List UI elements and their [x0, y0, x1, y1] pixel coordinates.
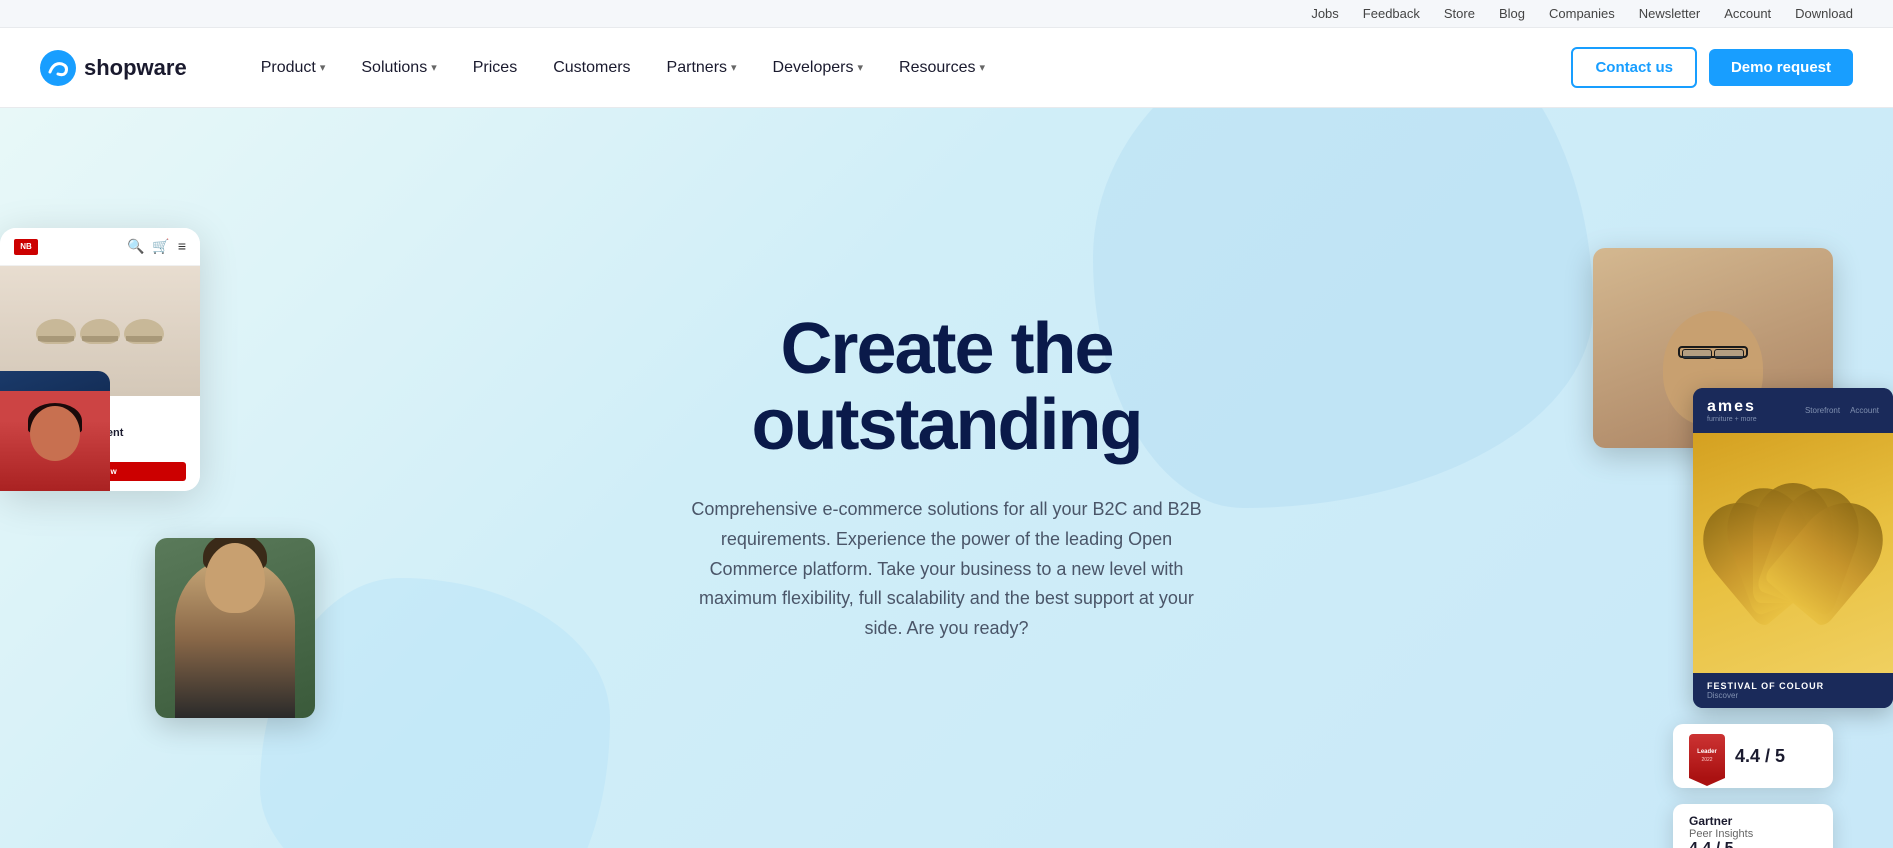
festival-info: FESTIVAL OF COLOUR Discover	[1707, 681, 1824, 700]
hero-headline: Create the outstanding	[687, 312, 1207, 463]
main-nav: shopware Product ▾ Solutions ▾ Prices Cu…	[0, 28, 1893, 108]
ames-nav-items: Storefront Account	[1805, 406, 1879, 415]
glasses-icon	[1678, 346, 1748, 358]
person-head	[205, 543, 265, 613]
chevron-down-icon: ▾	[731, 61, 737, 74]
nav-item-resources[interactable]: Resources ▾	[885, 51, 999, 85]
ames-logo-area: ames furniture + more	[1707, 398, 1757, 423]
leader-badge-icon: Leader 2022	[1689, 734, 1725, 778]
person-card-overlay	[155, 538, 315, 718]
hero-right: ames furniture + more Storefront Account	[1573, 208, 1893, 808]
shoe-1	[36, 319, 76, 344]
mock-phone-header: NB 🔍 🛒 ≡	[0, 228, 200, 266]
ames-card-header: ames furniture + more Storefront Account	[1693, 388, 1893, 433]
bottom-person-inner	[0, 391, 110, 491]
shoes-display	[36, 319, 164, 344]
ames-nav-storefront[interactable]: Storefront	[1805, 406, 1840, 415]
hero-center: Create the outstanding Comprehensive e-c…	[667, 312, 1227, 644]
rating-number: 4.4 / 5	[1735, 746, 1785, 767]
demo-request-button[interactable]: Demo request	[1709, 49, 1853, 86]
ames-product-card: ames furniture + more Storefront Account	[1693, 388, 1893, 708]
nav-item-partners[interactable]: Partners ▾	[653, 51, 751, 85]
cart-icon: 🛒	[152, 238, 169, 255]
mock-phone-icons: 🔍 🛒 ≡	[127, 238, 186, 255]
utility-link-companies[interactable]: Companies	[1549, 6, 1615, 21]
nav-item-prices[interactable]: Prices	[459, 51, 531, 85]
contact-button[interactable]: Contact us	[1571, 47, 1697, 88]
bottom-person-card	[0, 371, 110, 491]
hero-subtext: Comprehensive e-commerce solutions for a…	[687, 495, 1207, 643]
nav-item-product[interactable]: Product ▾	[247, 51, 340, 85]
leader-text: Leader	[1697, 749, 1717, 756]
smile-person	[20, 401, 90, 491]
utility-link-store[interactable]: Store	[1444, 6, 1475, 21]
utility-link-blog[interactable]: Blog	[1499, 6, 1525, 21]
shoe-2	[80, 319, 120, 344]
utility-link-feedback[interactable]: Feedback	[1363, 6, 1420, 21]
peer-rating: 4.4 / 5	[1689, 840, 1817, 848]
logo-text: shopware	[84, 55, 187, 81]
ames-nav-account[interactable]: Account	[1850, 406, 1879, 415]
ames-brand-name: ames	[1707, 398, 1757, 416]
chevron-down-icon: ▾	[320, 61, 326, 74]
nav-actions: Contact us Demo request	[1571, 47, 1853, 88]
shoe-3	[124, 319, 164, 344]
gartner-peer-insights: Gartner Peer Insights 4.4 / 5	[1673, 804, 1833, 848]
menu-icon: ≡	[178, 238, 186, 255]
nav-item-developers[interactable]: Developers ▾	[759, 51, 877, 85]
logo[interactable]: shopware	[40, 50, 187, 86]
discover-label[interactable]: Discover	[1707, 691, 1824, 700]
smile-head	[30, 406, 80, 461]
nav-item-solutions[interactable]: Solutions ▾	[347, 51, 450, 85]
nav-links: Product ▾ Solutions ▾ Prices Customers P…	[247, 51, 1572, 85]
peer-insights-label: Peer Insights	[1689, 828, 1817, 840]
ames-card-footer: FESTIVAL OF COLOUR Discover	[1693, 673, 1893, 708]
chevron-down-icon: ▾	[980, 61, 986, 74]
rating-info: 4.4 / 5	[1735, 746, 1785, 767]
search-icon: 🔍	[127, 238, 144, 255]
utility-link-jobs[interactable]: Jobs	[1311, 6, 1338, 21]
hero-left-mockup: NB 🔍 🛒 ≡ NB Familiar but different	[0, 228, 220, 491]
person-silhouette	[175, 558, 295, 718]
utility-bar: Jobs Feedback Store Blog Companies Newsl…	[0, 0, 1893, 28]
gartner-brand: Gartner	[1689, 814, 1817, 828]
shopware-logo-icon	[40, 50, 76, 86]
ames-tagline: furniture + more	[1707, 416, 1757, 423]
gartner-badge: Leader 2022 4.4 / 5	[1673, 724, 1833, 788]
ames-fan-image	[1693, 433, 1893, 673]
chevron-down-icon: ▾	[857, 61, 863, 74]
utility-link-download[interactable]: Download	[1795, 6, 1853, 21]
utility-link-account[interactable]: Account	[1724, 6, 1771, 21]
hero-section: NB 🔍 🛒 ≡ NB Familiar but different	[0, 108, 1893, 848]
leader-year: 2022	[1701, 757, 1712, 763]
chevron-down-icon: ▾	[431, 61, 437, 74]
nav-item-customers[interactable]: Customers	[539, 51, 644, 85]
nb-brand-logo: NB	[14, 239, 38, 255]
festival-label: FESTIVAL OF COLOUR	[1707, 681, 1824, 691]
fan-decoration	[1703, 463, 1883, 643]
utility-link-newsletter[interactable]: Newsletter	[1639, 6, 1700, 21]
